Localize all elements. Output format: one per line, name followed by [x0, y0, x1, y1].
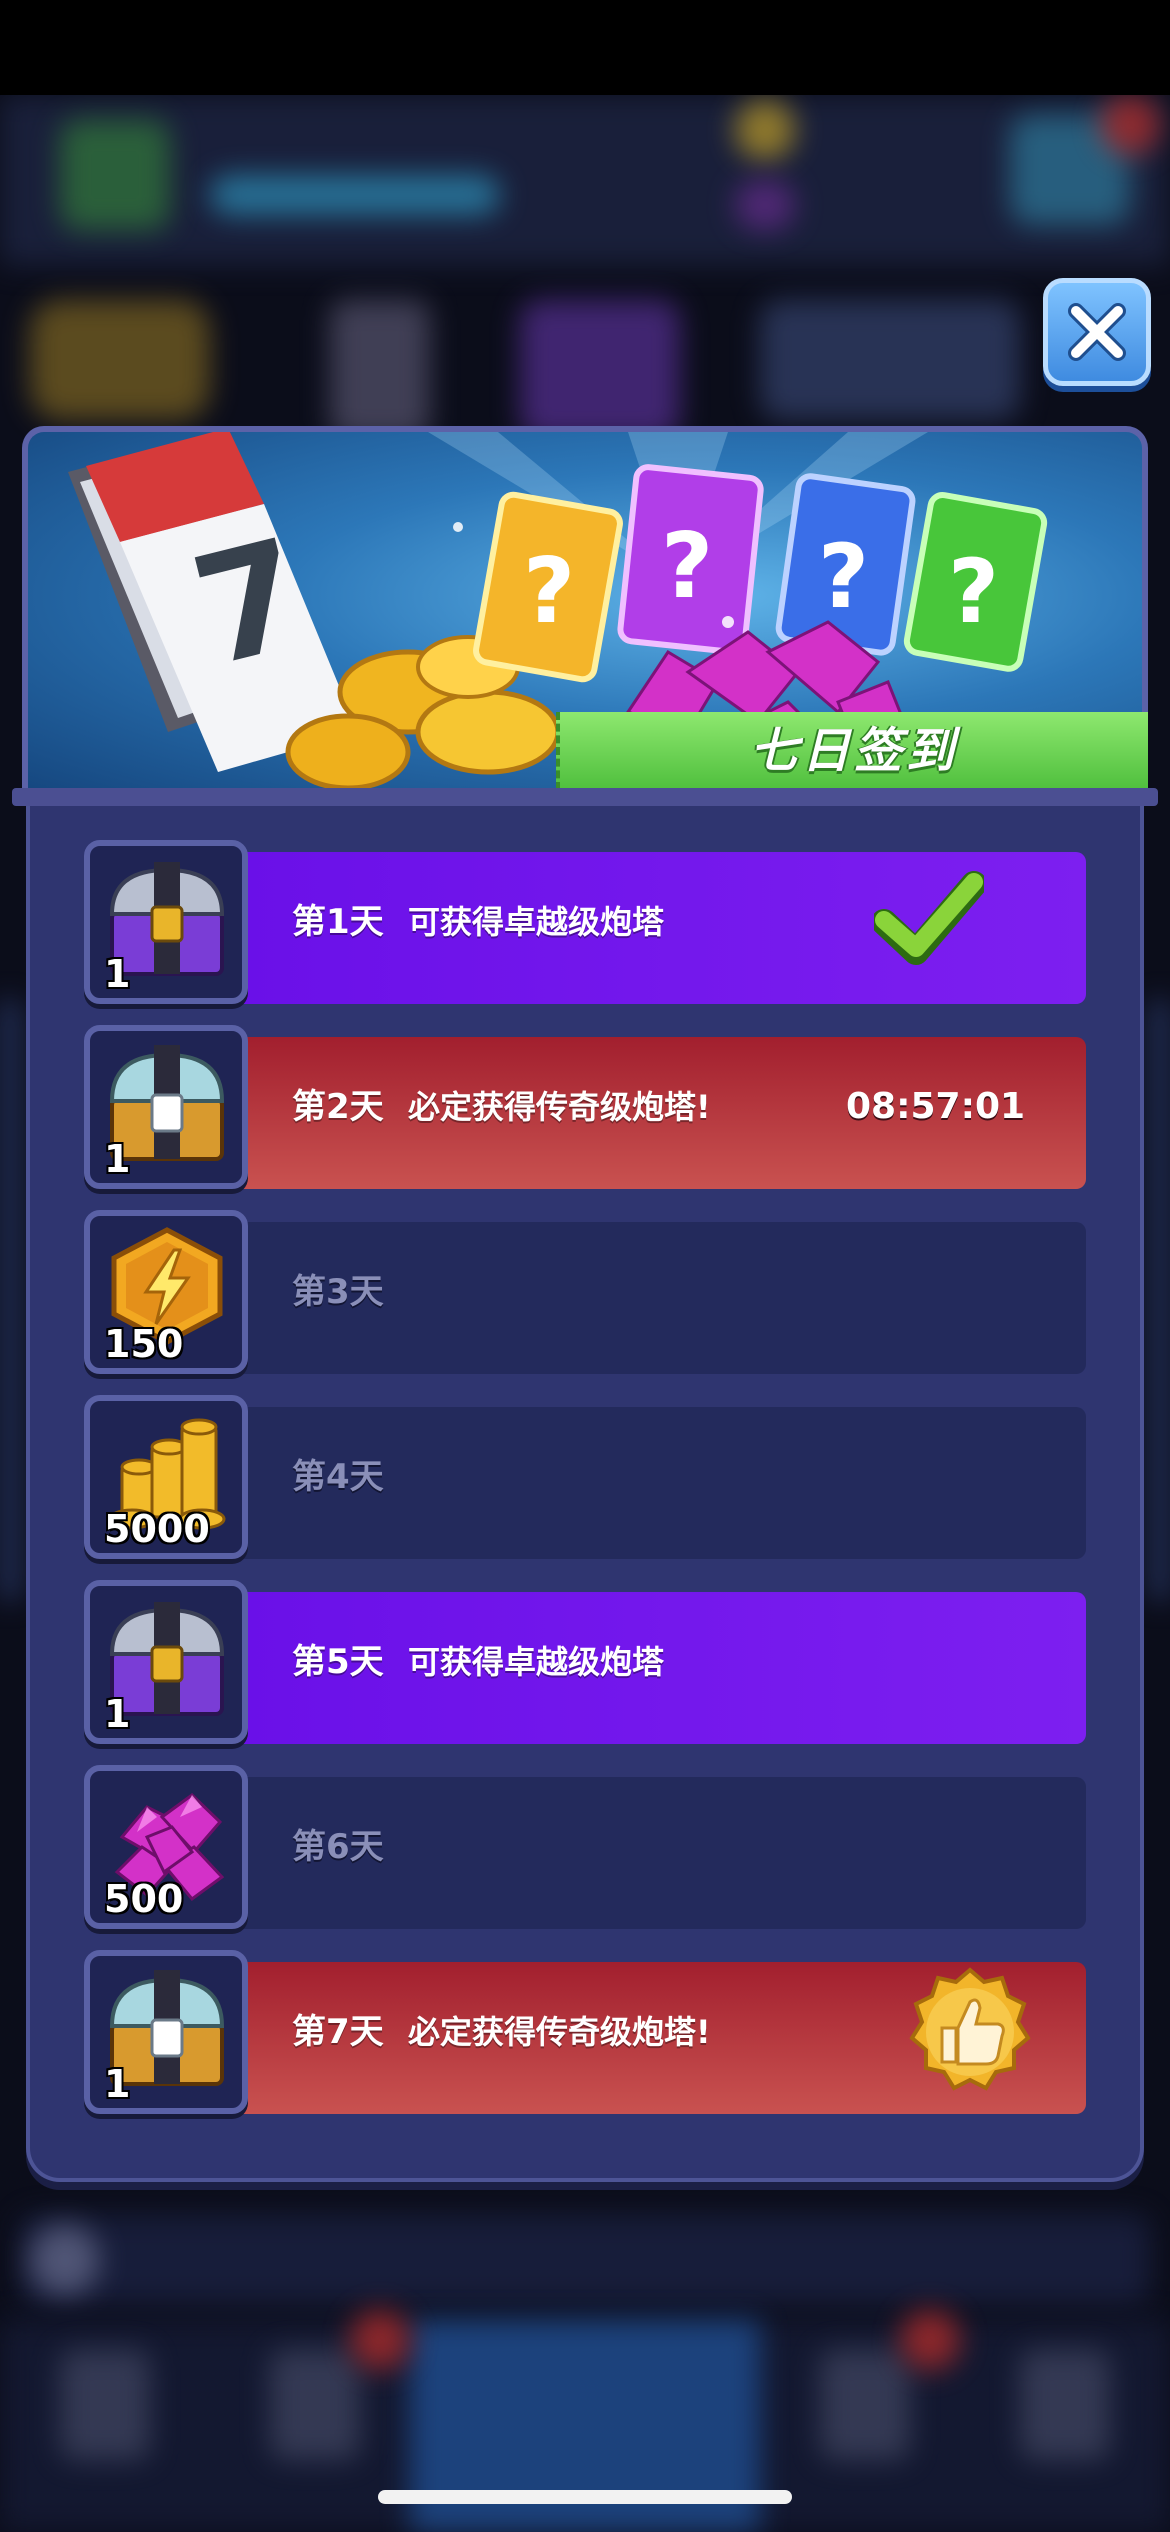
close-icon: [1068, 303, 1126, 361]
reward-row-day-2[interactable]: 1 第2天 必定获得传奇级炮塔! 08:57:01: [84, 1025, 1086, 1189]
reward-row-day-7[interactable]: 1 第7天 必定获得传奇级炮塔!: [84, 1950, 1086, 2114]
mystery-card-green-icon: ?: [903, 492, 1048, 672]
reward-row-day-4[interactable]: 5000 第4天: [84, 1395, 1086, 1559]
reward-description: 可获得卓越级炮塔: [408, 903, 665, 941]
dialog-title: 七日签到: [556, 712, 1148, 790]
reward-icon-box: 1: [84, 1025, 248, 1189]
day-label: 第2天: [292, 1087, 384, 1127]
reward-quantity: 500: [104, 1877, 184, 1921]
svg-text:?: ?: [661, 514, 713, 619]
reward-icon-box: 5000: [84, 1395, 248, 1559]
day-label: 第4天: [292, 1457, 384, 1497]
reward-icon-box: 500: [84, 1765, 248, 1929]
close-button[interactable]: [1043, 278, 1151, 386]
mystery-card-yellow-icon: ?: [473, 491, 623, 683]
reward-description: 可获得卓越级炮塔: [408, 1643, 665, 1681]
reward-quantity: 1: [104, 2062, 131, 2106]
svg-text:?: ?: [523, 539, 575, 644]
checkmark-icon: [874, 871, 984, 965]
day-label: 第1天: [292, 902, 384, 942]
reward-icon-box: 150: [84, 1210, 248, 1374]
reward-description: 必定获得传奇级炮塔!: [408, 2013, 711, 2051]
home-indicator[interactable]: [378, 2490, 792, 2504]
reward-description: 必定获得传奇级炮塔!: [408, 1088, 711, 1126]
reward-row-day-5[interactable]: 1 第5天 可获得卓越级炮塔: [84, 1580, 1086, 1744]
countdown-timer: 08:57:01: [846, 1086, 1026, 1127]
reward-row-day-3[interactable]: 150 第3天: [84, 1210, 1086, 1374]
reward-quantity: 1: [104, 1692, 131, 1736]
reward-quantity: 5000: [104, 1507, 210, 1551]
reward-row-day-6[interactable]: 500 第6天: [84, 1765, 1086, 1929]
day-label: 第5天: [292, 1642, 384, 1682]
day-label: 第6天: [292, 1827, 384, 1867]
reward-quantity: 1: [104, 1137, 131, 1181]
reward-icon-box: 1: [84, 1950, 248, 2114]
day-label: 第7天: [292, 2012, 384, 2052]
mystery-card-purple-icon: ?: [617, 464, 764, 655]
reward-row-day-1[interactable]: 1 第1天 可获得卓越级炮塔: [84, 840, 1086, 1004]
status-bar: [0, 0, 1170, 95]
svg-text:?: ?: [818, 525, 869, 628]
reward-icon-box: 1: [84, 840, 248, 1004]
thumbs-up-badge-icon: [909, 1967, 1031, 2091]
reward-quantity: 1: [104, 952, 131, 996]
svg-text:?: ?: [948, 540, 999, 643]
mystery-card-blue-icon: ?: [775, 473, 916, 656]
day-label: 第3天: [292, 1272, 384, 1312]
reward-quantity: 150: [104, 1322, 184, 1366]
reward-icon-box: 1: [84, 1580, 248, 1744]
banner-divider: [12, 788, 1158, 806]
